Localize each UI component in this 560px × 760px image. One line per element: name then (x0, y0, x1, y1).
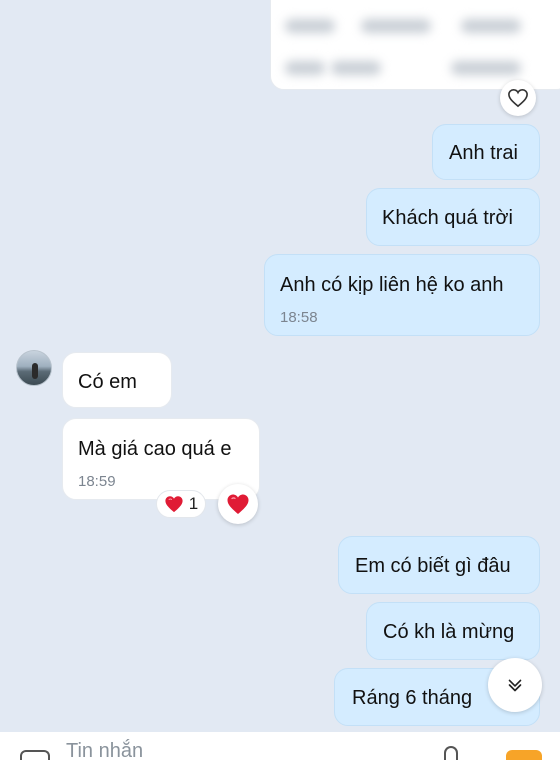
message-time: 18:58 (280, 309, 318, 326)
message-bubble-outgoing[interactable]: Khách quá trời (366, 188, 540, 246)
image-button[interactable] (506, 750, 542, 760)
message-text: Anh trai (449, 142, 518, 164)
blurred-text (451, 61, 521, 75)
heart-outline-icon (508, 88, 528, 108)
reaction-count: 1 (188, 494, 199, 513)
message-text: Ráng 6 tháng (352, 687, 473, 709)
message-text: Khách quá trời (382, 207, 513, 229)
mic-icon[interactable] (444, 746, 458, 760)
composer-bar: Tin nhắn (0, 732, 560, 760)
like-button[interactable] (500, 80, 536, 116)
blurred-text (331, 61, 381, 75)
scroll-down-button[interactable] (488, 658, 542, 712)
message-text: Có em (78, 371, 137, 393)
message-text: Có kh là mừng (383, 621, 515, 643)
message-text: Anh có kịp liên hệ ko anh (280, 274, 504, 296)
heart-icon (227, 494, 249, 514)
blurred-text (285, 19, 335, 33)
avatar[interactable] (16, 350, 52, 386)
chevron-down-icon (508, 679, 522, 692)
message-time: 18:59 (78, 473, 116, 490)
blurred-text (361, 19, 431, 33)
message-text: Em có biết gì đâu (355, 555, 511, 577)
reaction-summary[interactable]: 1 (156, 490, 206, 518)
blurred-text (461, 19, 521, 33)
message-input[interactable]: Tin nhắn (66, 740, 143, 760)
react-button[interactable] (218, 484, 258, 524)
message-bubble-outgoing[interactable]: Anh có kịp liên hệ ko anh 18:58 (264, 254, 540, 336)
shared-card[interactable] (270, 0, 560, 90)
message-bubble-incoming[interactable]: Có em (62, 352, 172, 408)
message-bubble-outgoing[interactable]: Em có biết gì đâu (338, 536, 540, 594)
message-bubble-outgoing[interactable]: Có kh là mừng (366, 602, 540, 660)
heart-icon (165, 496, 183, 513)
blurred-text (285, 61, 325, 75)
message-text: Mà giá cao quá e (78, 438, 232, 460)
sticker-icon[interactable] (20, 750, 50, 760)
message-bubble-outgoing[interactable]: Anh trai (432, 124, 540, 180)
